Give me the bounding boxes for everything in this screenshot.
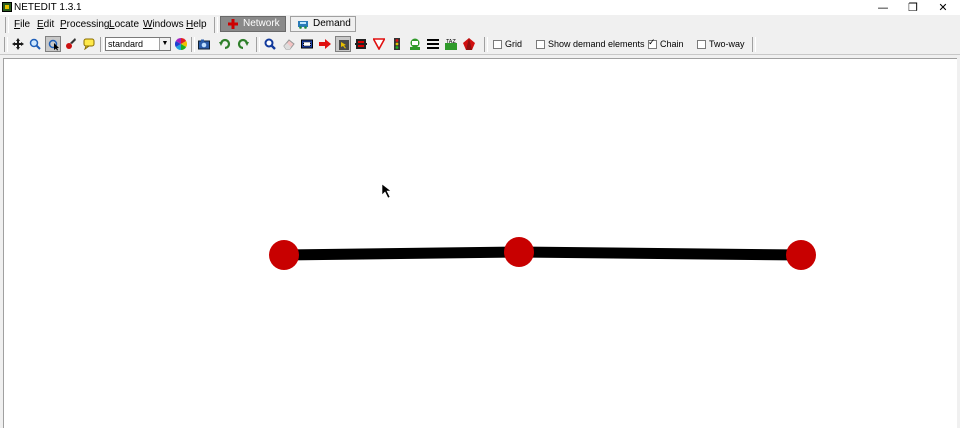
network-mode-button[interactable]: Network (220, 16, 286, 32)
menu-processing[interactable]: Processing (60, 18, 109, 32)
undo-button[interactable] (217, 36, 233, 52)
crossing-tool-button[interactable] (425, 36, 441, 52)
color-scheme-value: standard (108, 39, 144, 49)
move-arrows-icon (12, 38, 24, 50)
polygon-icon (463, 38, 475, 50)
magnifier-icon (29, 38, 41, 50)
bus-stop-icon (410, 38, 420, 50)
crossing-icon (427, 39, 439, 49)
toolbar-separator (484, 37, 488, 52)
traffic-light-icon (394, 38, 400, 50)
tooltip-button[interactable] (81, 36, 97, 52)
inspect-tool-button[interactable] (262, 36, 278, 52)
two-way-label: Two-way (709, 39, 745, 49)
junction-J2[interactable] (504, 237, 534, 267)
menu-edit[interactable]: Edit (37, 18, 54, 32)
zoom-view-button[interactable] (27, 36, 43, 52)
select-tool-button[interactable] (299, 36, 315, 52)
toolbar-end-separator (752, 37, 756, 52)
speech-bubble-icon (83, 38, 95, 50)
color-wheel-icon (175, 38, 187, 50)
search-icon (264, 38, 276, 50)
grid-checkbox[interactable]: Grid (493, 39, 522, 51)
redo-icon (237, 38, 249, 50)
undo-icon (219, 38, 231, 50)
screenshot-button[interactable] (196, 36, 212, 52)
two-way-checkbox-box[interactable] (697, 40, 706, 49)
network-view[interactable] (4, 59, 956, 427)
select-icon (66, 38, 76, 49)
prohibition-tool-button[interactable] (371, 36, 387, 52)
junction-J3[interactable] (786, 240, 816, 270)
move-tool-button[interactable] (335, 36, 351, 52)
inspect-icon (48, 39, 59, 51)
select-mode-button[interactable] (63, 36, 79, 52)
move-view-button[interactable] (10, 36, 26, 52)
title-bar: NETEDIT 1.3.1 — ❐ ✕ (0, 0, 960, 15)
chain-checkbox[interactable]: Chain (648, 38, 684, 51)
menu-windows[interactable]: Windows (143, 18, 184, 32)
menu-file[interactable]: File (14, 18, 30, 32)
grid-label: Grid (505, 39, 523, 49)
netedit-app-icon (2, 2, 12, 12)
modes-grip[interactable] (214, 17, 218, 33)
connection-tool-button[interactable] (353, 36, 369, 52)
menu-bar: File Edit Processing Locate Windows Help… (0, 15, 960, 35)
show-demand-checkbox-box[interactable] (536, 40, 545, 49)
taz-tool-button[interactable]: TAZ (443, 36, 459, 52)
polygon-tool-button[interactable] (461, 36, 477, 52)
menu-help[interactable]: Help (186, 18, 207, 32)
chain-label: Chain (660, 39, 684, 49)
network-mode-label: Network (243, 18, 280, 29)
selection-rectangle-icon (301, 39, 313, 49)
toolbar: standard ▼ TAZ Grid Show demand elements… (0, 35, 960, 55)
two-way-checkbox[interactable]: Two-way (697, 39, 745, 51)
demand-vehicle-icon (298, 21, 308, 29)
toolbar-separator (191, 37, 195, 52)
triangle-down-icon (373, 38, 385, 50)
edges-layer (283, 246, 802, 261)
menubar-grip[interactable] (5, 17, 9, 33)
camera-icon (198, 39, 210, 50)
show-demand-label: Show demand elements (548, 39, 645, 49)
network-canvas[interactable] (3, 58, 957, 428)
window-title: NETEDIT 1.3.1 (14, 2, 82, 13)
junction-J1[interactable] (269, 240, 299, 270)
additional-tool-button[interactable] (407, 36, 423, 52)
restore-button[interactable]: ❐ (899, 0, 927, 15)
eraser-icon (283, 39, 295, 50)
network-plus-icon (228, 19, 238, 29)
toolbar-grip[interactable] (4, 37, 8, 52)
minimize-button[interactable]: — (869, 0, 897, 15)
toolbar-separator (256, 37, 260, 52)
edge-J1-J2[interactable] (283, 246, 520, 261)
edge-J2-J3[interactable] (518, 246, 802, 261)
show-demand-elements-checkbox[interactable]: Show demand elements (536, 39, 645, 51)
traffic-light-tool-button[interactable] (389, 36, 405, 52)
close-button[interactable]: ✕ (929, 0, 957, 15)
connection-icon (355, 39, 367, 49)
color-scheme-select[interactable]: standard ▼ (105, 37, 171, 51)
delete-tool-button[interactable] (281, 36, 297, 52)
create-edge-button[interactable] (317, 36, 333, 52)
arrow-right-icon (319, 39, 331, 49)
chevron-down-icon[interactable]: ▼ (159, 38, 170, 50)
redo-button[interactable] (235, 36, 251, 52)
demand-mode-button[interactable]: Demand (290, 16, 356, 32)
grid-checkbox-box[interactable] (493, 40, 502, 49)
menu-locate[interactable]: Locate (109, 18, 139, 32)
demand-mode-label: Demand (313, 18, 351, 29)
move-icon (339, 40, 349, 50)
inspect-mode-button[interactable] (45, 36, 61, 52)
edit-coloring-button[interactable] (173, 36, 189, 52)
svg-text:TAZ: TAZ (445, 39, 456, 45)
chain-checkbox-box[interactable] (648, 38, 657, 49)
toolbar-separator (100, 37, 104, 52)
taz-icon: TAZ (445, 39, 457, 50)
mouse-cursor-icon (381, 183, 392, 199)
